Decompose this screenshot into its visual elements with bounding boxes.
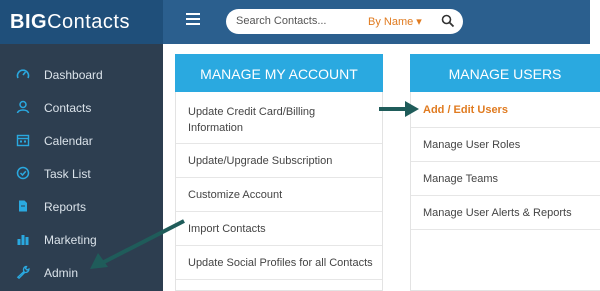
calendar-icon xyxy=(16,134,30,147)
users-item-label: Manage Teams xyxy=(423,173,499,185)
gauge-icon xyxy=(16,69,30,79)
top-bar: BIGContacts Search Contacts... By Name ▾ xyxy=(0,0,590,44)
account-item-label: Update/Upgrade Subscription xyxy=(188,155,333,167)
sidebar-item-label: Dashboard xyxy=(44,68,103,82)
users-item-label: Manage User Roles xyxy=(423,139,521,151)
document-icon xyxy=(19,200,27,212)
manage-account-header: MANAGE MY ACCOUNT xyxy=(175,54,383,92)
wrench-icon xyxy=(16,265,30,279)
sidebar-item-label: Reports xyxy=(44,200,87,214)
manage-users-header: MANAGE USERS xyxy=(410,54,600,92)
users-item-alerts-reports[interactable]: Manage User Alerts & Reports xyxy=(411,196,600,230)
sidebar-item-task-list[interactable]: Task List xyxy=(0,158,163,190)
sidebar-item-dashboard[interactable]: Dashboard xyxy=(0,59,163,91)
account-item-billing[interactable]: Update Credit Card/Billing Information xyxy=(176,92,382,144)
account-item-import-contacts[interactable]: Import Contacts xyxy=(176,212,382,246)
sidebar-item-label: Admin xyxy=(44,266,79,280)
logo-bold-text: BIG xyxy=(10,11,48,33)
account-item-subscription[interactable]: Update/Upgrade Subscription xyxy=(176,144,382,178)
bar-chart-icon xyxy=(17,235,29,245)
users-item-roles[interactable]: Manage User Roles xyxy=(411,128,600,162)
manage-account-card: Update Credit Card/Billing Information U… xyxy=(175,92,383,291)
sidebar-item-label: Task List xyxy=(44,167,91,181)
account-item-customize[interactable]: Customize Account xyxy=(176,178,382,212)
search-input[interactable]: Search Contacts... xyxy=(236,15,327,27)
search-bar[interactable]: Search Contacts... By Name ▾ xyxy=(226,9,463,34)
account-item-label: Import Contacts xyxy=(188,223,266,235)
sidebar-item-calendar[interactable]: Calendar xyxy=(0,125,163,157)
check-circle-icon xyxy=(16,166,30,180)
app-logo[interactable]: BIGContacts xyxy=(0,0,163,44)
account-item-label: Customize Account xyxy=(188,189,283,201)
pointer-arrow-add-users xyxy=(379,101,419,117)
account-item-social-profiles[interactable]: Update Social Profiles for all Contacts xyxy=(176,246,382,280)
users-item-label: Manage User Alerts & Reports xyxy=(423,207,572,219)
search-icon[interactable] xyxy=(441,14,455,28)
account-item-label: Update Social Profiles for all Contacts xyxy=(188,257,373,269)
sidebar-item-label: Calendar xyxy=(44,134,93,148)
sidebar-item-label: Contacts xyxy=(44,101,92,115)
manage-users-card: Add / Edit Users Manage User Roles Manag… xyxy=(410,92,600,291)
users-item-add-edit[interactable]: Add / Edit Users xyxy=(411,92,600,128)
pointer-arrow-admin xyxy=(90,219,185,269)
manage-users-title: MANAGE USERS xyxy=(448,66,562,82)
sidebar-item-contacts[interactable]: Contacts xyxy=(0,92,163,124)
menu-toggle-icon[interactable] xyxy=(186,13,200,27)
users-item-teams[interactable]: Manage Teams xyxy=(411,162,600,196)
search-filter-dropdown[interactable]: By Name ▾ xyxy=(368,15,422,28)
users-item-label: Add / Edit Users xyxy=(423,104,508,116)
logo-rest-text: Contacts xyxy=(47,11,130,33)
person-icon xyxy=(16,100,30,114)
account-item-label: Update Credit Card/Billing Information xyxy=(188,106,316,134)
